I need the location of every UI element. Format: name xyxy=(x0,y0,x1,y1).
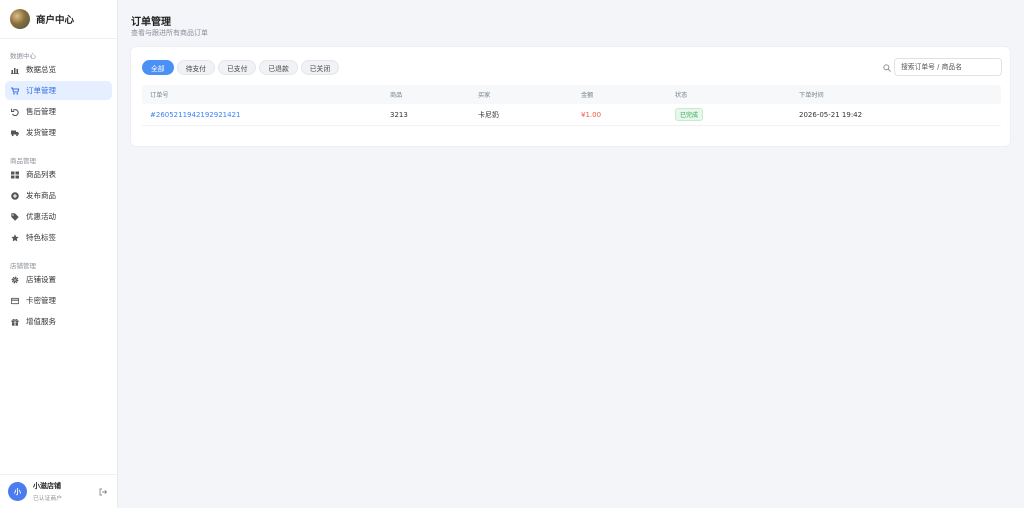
bar-chart-icon xyxy=(11,66,19,74)
avatar[interactable]: 小 xyxy=(8,482,27,501)
sidebar-item-label: 增值服务 xyxy=(26,317,56,326)
cart-icon xyxy=(11,87,19,95)
sidebar-item-label: 特色标签 xyxy=(26,233,56,242)
sidebar-item-card-keys[interactable]: 卡密管理 xyxy=(5,291,112,310)
column-header: 买家 xyxy=(478,92,491,99)
sidebar: 商户中心 数据中心 数据总览 订单管理 售后管理 发货管理 商品管理 商品列表 … xyxy=(0,0,118,508)
sidebar-item-feature-tags[interactable]: 特色标签 xyxy=(5,228,112,247)
brand-logo xyxy=(10,9,30,29)
nav-group-title: 数据中心 xyxy=(10,52,36,60)
sidebar-item-data-overview[interactable]: 数据总览 xyxy=(5,60,112,79)
sidebar-item-store-settings[interactable]: 店铺设置 xyxy=(5,270,112,289)
tab-paid[interactable]: 已支付 xyxy=(217,60,257,75)
sidebar-item-label: 发布商品 xyxy=(26,191,56,200)
column-header: 商品 xyxy=(390,92,403,99)
sidebar-item-label: 卡密管理 xyxy=(26,296,56,305)
sidebar-item-label: 发货管理 xyxy=(26,128,56,137)
gift-icon xyxy=(11,318,19,326)
card-icon xyxy=(11,297,19,305)
shop-status: 已认证商户 xyxy=(33,496,62,502)
star-icon xyxy=(11,233,19,242)
page-subtitle: 查看与跟进所有商品订单 xyxy=(131,29,208,37)
tab-pending-payment[interactable]: 待支付 xyxy=(176,60,215,75)
column-header: 下单时间 xyxy=(799,92,824,99)
cell-order-time: 2026-05-21 19:42 xyxy=(799,110,863,119)
grid-icon xyxy=(11,171,19,179)
column-header: 金额 xyxy=(581,92,594,99)
main-content: 订单管理 查看与跟进所有商品订单 全部 待支付 已支付 已退款 已关闭 订单号 … xyxy=(118,0,1024,508)
gear-icon xyxy=(11,276,19,284)
sidebar-item-shipping[interactable]: 发货管理 xyxy=(5,123,112,142)
search-input[interactable] xyxy=(894,58,1002,76)
sidebar-item-label: 售后管理 xyxy=(26,107,56,116)
tab-closed[interactable]: 已关闭 xyxy=(300,60,340,75)
truck-icon xyxy=(11,129,19,137)
sidebar-item-value-added[interactable]: 增值服务 xyxy=(5,312,112,331)
sidebar-item-label: 订单管理 xyxy=(26,86,56,95)
status-badge: 已完成 xyxy=(675,108,704,121)
undo-icon xyxy=(11,108,19,116)
nav-group-title: 店铺管理 xyxy=(10,262,36,270)
shop-name: 小滋店铺 xyxy=(33,482,61,490)
sidebar-item-publish-product[interactable]: 发布商品 xyxy=(5,186,112,205)
cell-product: 3213 xyxy=(390,110,408,119)
sidebar-item-label: 商品列表 xyxy=(26,170,56,179)
cell-amount: ¥1.00 xyxy=(581,110,602,119)
orders-card: 全部 待支付 已支付 已退款 已关闭 订单号 商品 买家 金额 状态 下单时间 … xyxy=(130,46,1011,147)
table-row: #2605211942192921421 3213 卡尼奶 ¥1.00 已完成 … xyxy=(142,104,1001,126)
sidebar-item-label: 优惠活动 xyxy=(26,212,56,221)
logout-icon[interactable] xyxy=(99,488,108,496)
sidebar-item-promotions[interactable]: 优惠活动 xyxy=(5,207,112,226)
table-header: 订单号 商品 买家 金额 状态 下单时间 xyxy=(142,85,1001,104)
brand-title: 商户中心 xyxy=(36,15,75,26)
sidebar-item-after-sales[interactable]: 售后管理 xyxy=(5,102,112,121)
column-header: 订单号 xyxy=(150,92,169,99)
sidebar-item-orders[interactable]: 订单管理 xyxy=(5,81,112,100)
sidebar-footer: 小 小滋店铺 已认证商户 xyxy=(0,474,117,508)
orders-table: 订单号 商品 买家 金额 状态 下单时间 #260521194219292142… xyxy=(142,85,1001,126)
sidebar-item-label: 店铺设置 xyxy=(26,275,56,284)
cell-buyer: 卡尼奶 xyxy=(478,110,499,119)
tab-all[interactable]: 全部 xyxy=(142,60,174,75)
nav-group-title: 商品管理 xyxy=(10,157,36,165)
shop-info: 小滋店铺 已认证商户 xyxy=(33,481,62,502)
sidebar-item-product-list[interactable]: 商品列表 xyxy=(5,165,112,184)
tag-icon xyxy=(11,212,19,221)
sidebar-item-label: 数据总览 xyxy=(26,65,56,74)
tab-refunded[interactable]: 已退款 xyxy=(259,60,298,75)
status-tabs: 全部 待支付 已支付 已退款 已关闭 xyxy=(142,60,342,75)
plus-circle-icon xyxy=(11,191,19,200)
page-title: 订单管理 xyxy=(131,17,171,28)
column-header: 状态 xyxy=(675,92,688,99)
order-number-link[interactable]: #2605211942192921421 xyxy=(150,111,240,119)
brand: 商户中心 xyxy=(0,0,117,39)
search-icon xyxy=(883,64,891,72)
